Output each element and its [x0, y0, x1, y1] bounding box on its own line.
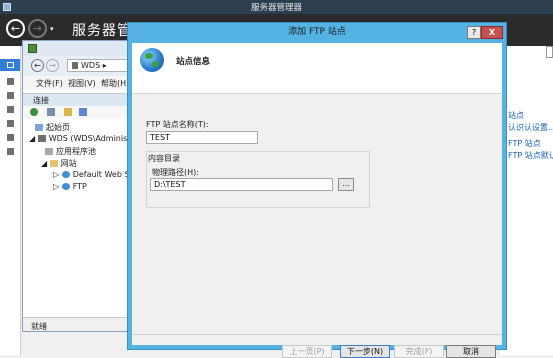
- file-services-icon[interactable]: [7, 120, 14, 127]
- dialog-banner: 站点信息: [132, 43, 502, 94]
- globe-icon: [61, 183, 70, 190]
- tree-label: 起始页: [46, 123, 70, 132]
- actions-pane: 站点 认识认设置... FTP 站点 FTP 站点默认值...: [500, 46, 553, 355]
- wds-icon[interactable]: [7, 148, 14, 155]
- dialog-body: 站点信息 FTP 站点名称(T): TEST 内容目录 物理路径(H): D:\…: [132, 43, 502, 358]
- dashboard-nav-item[interactable]: [0, 59, 20, 71]
- tree-label: 网站: [60, 159, 77, 168]
- all-servers-icon[interactable]: [7, 92, 14, 99]
- back-arrow-icon[interactable]: ←: [6, 19, 25, 38]
- iis-manager-window: ← → WDS ▸ 文件(F) 视图(V) 帮助(H) 连接 起始页 ◢ WDS…: [22, 40, 138, 332]
- folder-icon[interactable]: [64, 108, 72, 116]
- connect-icon[interactable]: [30, 108, 38, 116]
- address-chevron[interactable]: ▸: [103, 61, 107, 70]
- iis-status-bar: 就绪: [23, 317, 137, 331]
- menu-help[interactable]: 帮助(H): [101, 78, 129, 89]
- footer-separator: [132, 334, 502, 335]
- iis-menubar: 文件(F) 视图(V) 帮助(H): [23, 76, 137, 90]
- server-manager-titlebar: 服务器管理器: [0, 0, 553, 14]
- history-dropdown-icon[interactable]: ▾: [50, 25, 54, 33]
- globe-icon: [140, 48, 164, 72]
- dashboard-icon: [7, 62, 14, 68]
- status-text: 就绪: [31, 322, 47, 331]
- server-manager-title: 服务器管理器: [250, 3, 302, 13]
- browse-button[interactable]: ...: [338, 178, 354, 191]
- site-name-label: FTP 站点名称(T):: [146, 120, 209, 129]
- banner-title: 站点信息: [176, 57, 211, 67]
- menu-file[interactable]: 文件(F): [36, 78, 63, 89]
- dialog-title: 添加 FTP 站点: [288, 27, 346, 37]
- next-button[interactable]: 下一步(N): [340, 345, 390, 358]
- tree-server[interactable]: ◢ WDS (WDS\Administrat: [29, 134, 138, 143]
- local-server-icon[interactable]: [7, 78, 14, 85]
- iis-icon[interactable]: [7, 134, 14, 141]
- connections-label: 连接: [33, 96, 49, 105]
- app-pool-icon: [45, 148, 53, 155]
- start-page-icon: [35, 124, 43, 131]
- server-icon: [72, 62, 78, 69]
- save-icon[interactable]: [47, 108, 55, 116]
- globe-icon: [61, 171, 70, 178]
- sites-folder-icon: [49, 160, 58, 167]
- ftp-sites-link[interactable]: FTP 站点: [508, 138, 541, 149]
- scroll-arrow[interactable]: [546, 46, 553, 58]
- tree-sites[interactable]: ◢ 网站: [41, 158, 77, 169]
- help-button[interactable]: ?: [467, 26, 481, 39]
- tree-start-page[interactable]: 起始页: [35, 122, 70, 133]
- iis-forward-icon[interactable]: →: [46, 59, 59, 72]
- sites-link[interactable]: 站点: [508, 110, 524, 121]
- tree-label: WDS (WDS\Administrat: [48, 134, 138, 143]
- connections-toolbar: [23, 106, 137, 119]
- cancel-button[interactable]: 取消: [446, 345, 496, 358]
- ad-ds-icon[interactable]: [7, 106, 14, 113]
- finish-button[interactable]: 完成(F): [394, 345, 444, 358]
- previous-button[interactable]: 上一页(P): [282, 345, 332, 358]
- address-segment[interactable]: WDS: [81, 61, 100, 70]
- tree-label: FTP: [72, 182, 87, 191]
- site-name-input[interactable]: TEST: [146, 131, 258, 144]
- close-button[interactable]: X: [481, 26, 503, 39]
- connections-header: 连接: [23, 93, 137, 107]
- tree-ftp[interactable]: ▷ FTP: [53, 182, 87, 191]
- physical-path-label: 物理路径(H):: [152, 168, 199, 177]
- menu-view[interactable]: 视图(V): [68, 78, 96, 89]
- add-ftp-site-dialog: 添加 FTP 站点 ? X 站点信息 FTP 站点名称(T): TEST 内容目…: [127, 22, 507, 358]
- tree-label: 应用程序池: [56, 147, 96, 156]
- tree-app-pools[interactable]: 应用程序池: [45, 146, 96, 157]
- server-icon: [37, 135, 46, 142]
- refresh-icon[interactable]: [79, 108, 87, 116]
- iis-back-icon[interactable]: ←: [31, 59, 44, 72]
- iis-titlebar: [23, 41, 137, 56]
- tree-default-site[interactable]: ▷ Default Web Site: [53, 170, 137, 179]
- forward-arrow-icon[interactable]: →: [28, 19, 47, 38]
- default-settings-link[interactable]: 认识认设置...: [508, 122, 553, 133]
- physical-path-input[interactable]: D:\TEST: [150, 178, 333, 191]
- ftp-defaults-link[interactable]: FTP 站点默认值...: [508, 150, 553, 161]
- iis-app-icon: [28, 44, 37, 53]
- server-manager-nav: [0, 46, 21, 355]
- iis-address-bar: ← → WDS ▸: [23, 56, 137, 77]
